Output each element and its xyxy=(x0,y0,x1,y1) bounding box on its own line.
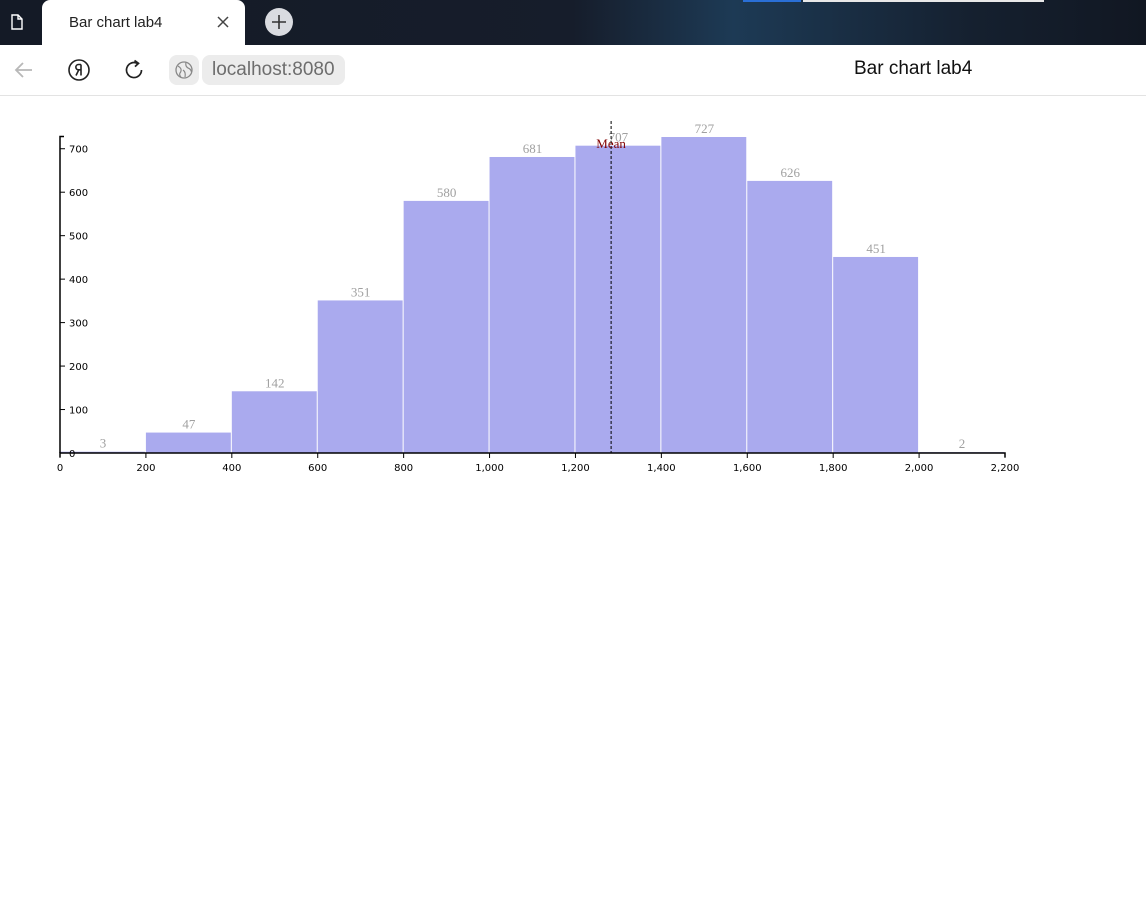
back-icon[interactable] xyxy=(12,58,36,82)
x-axis: 0 200 400 600 800 1,000 1,200 1,400 1,600 1,800 2,… xyxy=(57,452,1020,474)
histogram-chart: 3471423515806817077276264512 Mean 0 200 40… xyxy=(57,121,1020,474)
document-icon xyxy=(11,14,23,30)
bar-value-label: 580 xyxy=(437,185,457,200)
close-icon[interactable] xyxy=(216,15,230,29)
bar-value-label: 727 xyxy=(695,121,715,136)
histogram-bar xyxy=(317,300,403,453)
yandex-icon[interactable] xyxy=(67,58,91,82)
x-tick-label: 0 xyxy=(57,463,63,474)
url-field[interactable]: localhost:8080 xyxy=(202,55,345,85)
x-axis-line xyxy=(59,452,1006,457)
histogram-bar xyxy=(489,156,575,453)
bar-value-label: 2 xyxy=(959,436,966,451)
tab-active[interactable]: Bar chart lab4 xyxy=(42,0,245,45)
bar-value-label: 47 xyxy=(182,417,196,432)
x-tick-label: 1,800 xyxy=(819,463,848,474)
globe-icon xyxy=(175,61,193,79)
histogram-bar xyxy=(747,180,833,453)
bar-value-label: 3 xyxy=(100,436,107,451)
y-axis: 0 100 200 300 400 500 600 700 xyxy=(59,135,88,460)
histogram-bar xyxy=(145,432,231,453)
bar-value-label: 626 xyxy=(780,165,800,180)
y-tick-label: 0 xyxy=(69,449,75,460)
tab-strip: Bar chart lab4 xyxy=(0,0,1146,45)
y-tick-label: 100 xyxy=(69,406,88,417)
x-tick-label: 1,000 xyxy=(475,463,504,474)
x-tick-label: 1,400 xyxy=(647,463,676,474)
x-tick-label: 200 xyxy=(136,463,155,474)
histogram-bar xyxy=(833,256,919,453)
y-tick-label: 300 xyxy=(69,319,88,330)
histogram-bar xyxy=(661,137,747,453)
y-tick-label: 400 xyxy=(69,275,88,286)
y-tick-label: 500 xyxy=(69,232,88,243)
tab-title: Bar chart lab4 xyxy=(69,14,163,31)
x-tick-label: 1,600 xyxy=(733,463,762,474)
y-axis-line xyxy=(59,135,64,453)
histogram-bar xyxy=(231,391,317,453)
histogram-bar xyxy=(403,200,489,453)
reload-icon[interactable] xyxy=(122,58,146,82)
bar-value-label: 351 xyxy=(351,284,371,299)
x-tick-label: 600 xyxy=(308,463,327,474)
x-tick-label: 2,000 xyxy=(905,463,934,474)
page-title: Bar chart lab4 xyxy=(854,58,973,79)
strip-indicator-light xyxy=(803,0,1044,2)
x-tick-label: 400 xyxy=(222,463,241,474)
bars-group xyxy=(60,137,1004,453)
site-info-button[interactable] xyxy=(169,55,199,85)
bar-value-label: 142 xyxy=(265,375,285,390)
bar-value-label: 451 xyxy=(866,241,886,256)
histogram-bar xyxy=(575,145,661,453)
y-tick-label: 600 xyxy=(69,188,88,199)
new-tab-button[interactable] xyxy=(265,8,293,36)
mean-label: Mean xyxy=(596,136,626,151)
y-tick-label: 200 xyxy=(69,362,88,373)
strip-indicator xyxy=(743,0,801,2)
x-tick-label: 800 xyxy=(394,463,413,474)
x-tick-label: 1,200 xyxy=(561,463,590,474)
y-tick-label: 700 xyxy=(69,145,88,156)
bar-value-label: 681 xyxy=(523,141,543,156)
plus-icon xyxy=(272,15,286,29)
x-tick-label: 2,200 xyxy=(991,463,1020,474)
address-bar: localhost:8080 Bar chart lab4 xyxy=(0,45,1146,96)
